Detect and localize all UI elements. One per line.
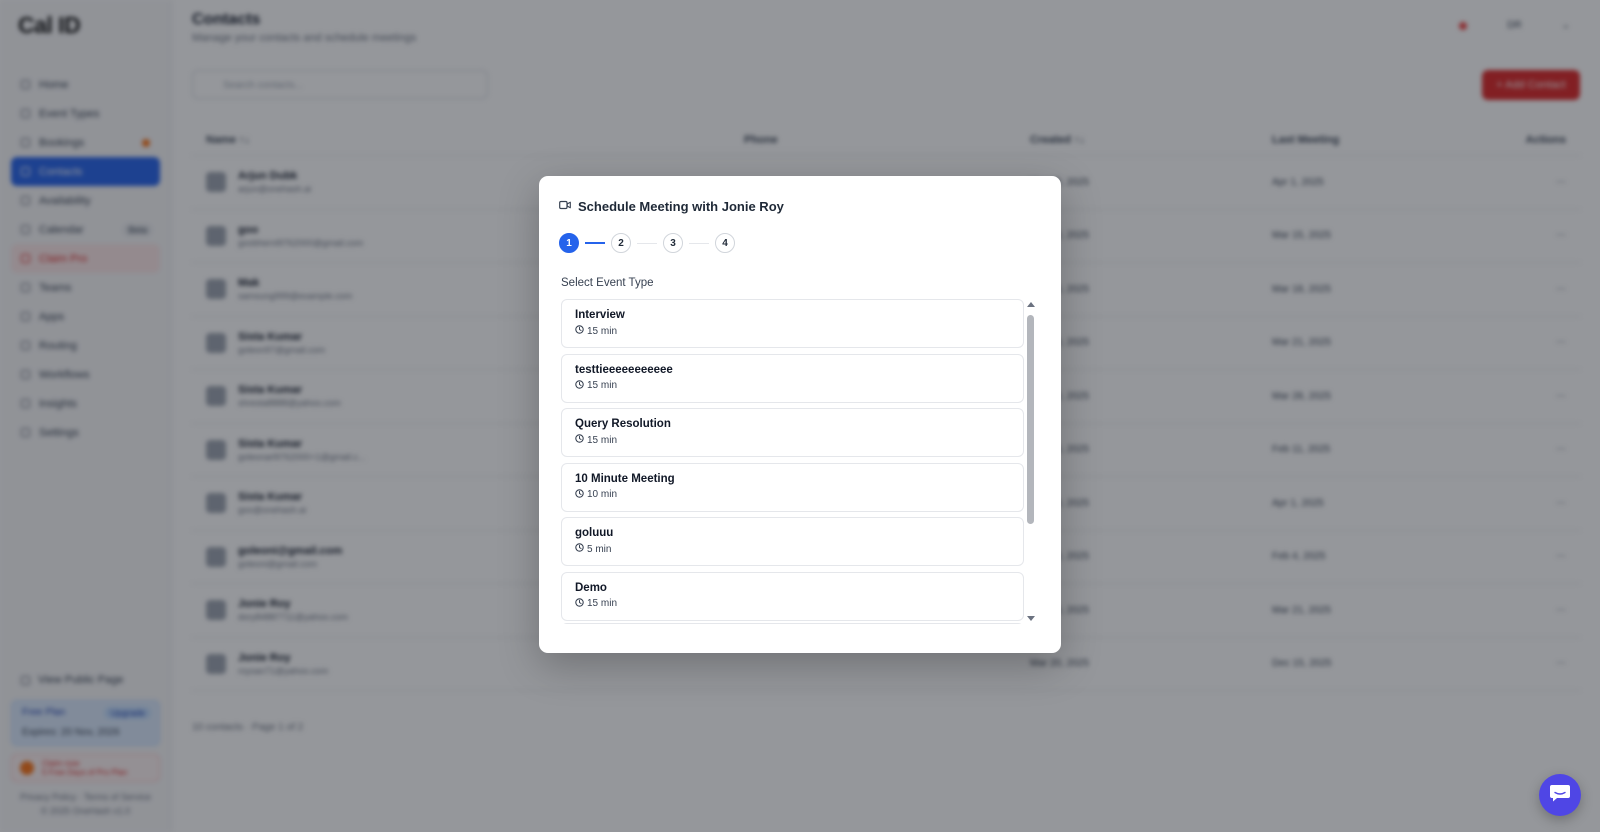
duration-label: 5 min [587, 543, 612, 555]
event-type-name: Interview [575, 309, 625, 321]
scroll-up-arrow[interactable] [1027, 302, 1035, 307]
step-4: 4 [715, 233, 735, 253]
clock-icon [575, 325, 584, 337]
event-type-items: Interview 15 min testtieeeeeeeeeee 15 min Qu… [561, 299, 1037, 621]
step-connector [585, 242, 605, 244]
clock-icon [575, 597, 584, 610]
event-type-duration: 15 min [575, 379, 1010, 392]
duration-label: 15 min [587, 380, 618, 391]
event-type-name: 10 Minute Meeting [575, 472, 675, 485]
event-type-card[interactable]: Demo 15 min [561, 571, 1024, 621]
event-type-card[interactable]: goluuu 5 min [561, 517, 1024, 566]
chat-icon [1549, 783, 1571, 808]
step-1: 1 [559, 233, 579, 253]
modal-header: Schedule Meeting with Jonie Roy [559, 197, 784, 215]
scroll-down-arrow[interactable] [1027, 616, 1035, 621]
event-type-duration: 5 min [575, 543, 1010, 555]
event-type-duration: 15 min [575, 325, 1010, 337]
event-type-card[interactable]: Query Resolution 15 min [561, 408, 1024, 457]
stepper: 1 2 3 4 [559, 233, 735, 253]
event-type-name: goluuu [575, 527, 614, 539]
event-type-duration: 10 min [575, 488, 1010, 501]
event-type-card-partial[interactable] [561, 623, 1024, 624]
schedule-meeting-modal: Schedule Meeting with Jonie Roy 1 2 3 4 … [539, 176, 1061, 653]
event-type-duration: 15 min [575, 434, 1010, 446]
clock-icon [575, 543, 584, 555]
step-3: 3 [663, 233, 683, 253]
event-type-card[interactable]: 10 Minute Meeting 10 min [561, 462, 1024, 512]
section-label: Select Event Type [561, 277, 654, 289]
event-type-card[interactable]: testtieeeeeeeeeee 15 min [561, 353, 1024, 403]
event-type-card[interactable]: Interview 15 min [561, 299, 1024, 348]
clock-icon [575, 379, 584, 392]
event-type-list: Interview 15 min testtieeeeeeeeeee 15 min Qu… [561, 299, 1037, 624]
event-type-name: testtieeeeeeeeeee [575, 363, 673, 376]
step-connector [689, 242, 709, 244]
event-type-name: Demo [575, 581, 607, 594]
duration-label: 15 min [587, 325, 618, 337]
modal-title: Schedule Meeting with Jonie Roy [578, 198, 784, 214]
video-camera-icon [559, 197, 571, 215]
clock-icon [575, 434, 584, 446]
event-type-duration: 15 min [575, 597, 1010, 610]
scrollbar[interactable] [1024, 299, 1037, 624]
step-2: 2 [611, 233, 631, 253]
duration-label: 10 min [587, 489, 618, 500]
step-connector [637, 242, 657, 244]
duration-label: 15 min [587, 434, 618, 446]
scrollbar-thumb[interactable] [1027, 315, 1034, 524]
event-type-name: Query Resolution [575, 418, 671, 430]
chat-button[interactable] [1539, 774, 1581, 816]
clock-icon [575, 488, 584, 501]
duration-label: 15 min [587, 598, 618, 609]
